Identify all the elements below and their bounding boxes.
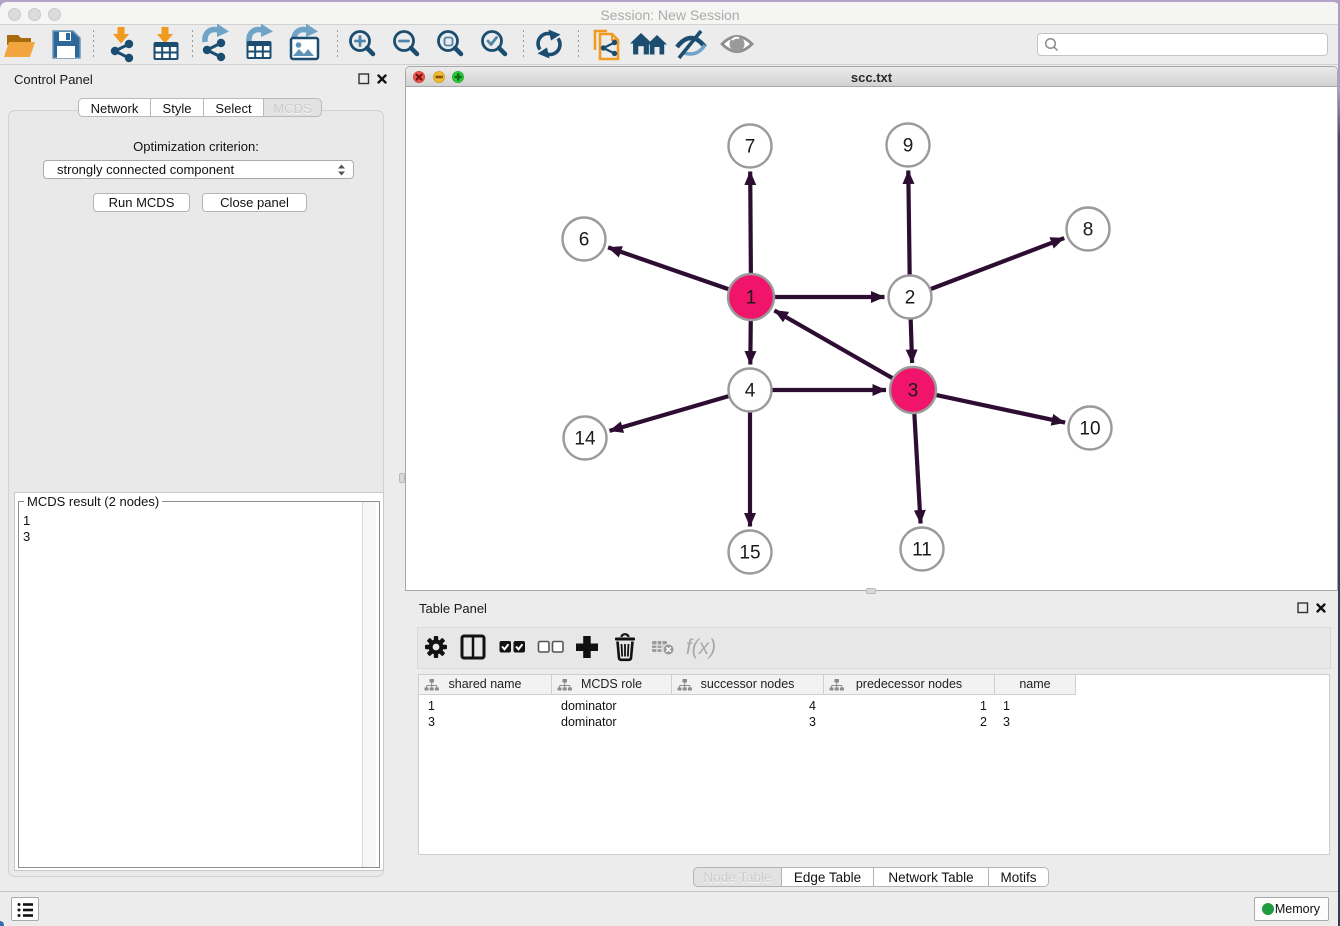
svg-text:6: 6 <box>579 230 590 251</box>
svg-text:10: 10 <box>1079 419 1100 440</box>
svg-text:9: 9 <box>903 136 914 157</box>
svg-text:11: 11 <box>912 540 932 561</box>
svg-text:4: 4 <box>745 381 756 402</box>
svg-text:3: 3 <box>908 381 919 402</box>
svg-text:2: 2 <box>905 288 916 309</box>
svg-text:8: 8 <box>1083 220 1094 241</box>
svg-text:7: 7 <box>745 137 756 158</box>
svg-text:14: 14 <box>574 429 596 450</box>
svg-text:1: 1 <box>746 288 757 309</box>
svg-text:15: 15 <box>739 543 760 564</box>
svg-text:f(x): f(x) <box>686 636 716 659</box>
